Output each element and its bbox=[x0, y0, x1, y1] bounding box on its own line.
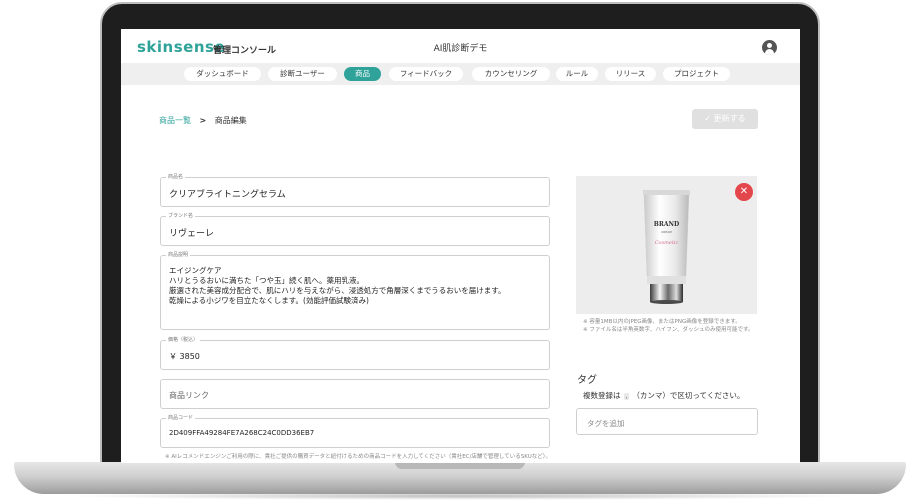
description-line: ハリとうるおいに満ちた「つや玉」続く肌へ。薬用乳液。 bbox=[169, 276, 364, 285]
nav-item-dashboard[interactable]: ダッシュボード bbox=[184, 67, 261, 81]
app-screen: skinsense 管理コンソール AI肌診断デモ ダッシュボード 診断ユーザー… bbox=[121, 29, 800, 463]
product-code-label: 商品コード bbox=[166, 414, 196, 422]
brand-name-field[interactable]: ブランド名 リヴェーレ bbox=[160, 212, 550, 246]
product-description-field[interactable]: 商品説明 エイジングケア ハリとうるおいに満ちた「つや玉」続く肌へ。薬用乳液。 … bbox=[160, 251, 550, 330]
brand-name-label: ブランド名 bbox=[166, 212, 196, 220]
close-icon: ✕ bbox=[739, 186, 749, 197]
laptop-notch bbox=[395, 462, 525, 469]
description-line: 厳選された美容成分配合で、肌にハリを与えながら、浸透処方で角層深くまでうるおいを… bbox=[169, 286, 506, 295]
product-link-field[interactable]: 商品リンク bbox=[160, 379, 550, 409]
remove-image-button[interactable]: ✕ bbox=[735, 183, 753, 201]
breadcrumb-current: 商品編集 bbox=[214, 116, 247, 125]
price-field[interactable]: 価格（税込） ￥ 3850 bbox=[160, 336, 550, 370]
tags-title: タグ bbox=[577, 375, 597, 386]
tags-help-before: 複数登録は bbox=[583, 391, 621, 400]
product-description-text: エイジングケア ハリとうるおいに満ちた「つや玉」続く肌へ。薬用乳液。 厳選された… bbox=[169, 266, 505, 306]
update-button-label: 更新する bbox=[713, 114, 746, 123]
price-label: 価格（税込） bbox=[166, 336, 201, 344]
image-note-line: ※ ファイル名は半角英数字、ハイフン、ダッシュのみ使用可能です。 bbox=[583, 327, 754, 333]
product-code-note: ※ AIレコメンドエンジンご利用の際に、貴社ご提供の購買データと紐付けるための商… bbox=[165, 454, 551, 460]
product-image: BRAND CREAM Cosmetic bbox=[643, 190, 690, 304]
breadcrumb-product-list-link[interactable]: 商品一覧 bbox=[159, 116, 191, 125]
price-value: ￥ 3850 bbox=[169, 352, 200, 361]
description-line: 乾燥による小ジワを目立たなくします。(効能評価試験済み) bbox=[169, 296, 369, 305]
nav-item-projects[interactable]: プロジェクト bbox=[663, 67, 730, 81]
tag-input[interactable]: タグを追加 bbox=[576, 408, 758, 435]
nav-item-feedback[interactable]: フィードバック bbox=[389, 67, 463, 81]
update-button[interactable]: ✓ 更新する bbox=[692, 109, 758, 129]
image-note-line: ※ 容量1MB以内のJPEG画像、またはPNG画像を登録できます。 bbox=[583, 319, 741, 325]
nav-item-releases[interactable]: リリース bbox=[605, 67, 656, 81]
description-line: エイジングケア bbox=[169, 266, 222, 275]
app-header: skinsense 管理コンソール AI肌診断デモ bbox=[121, 29, 800, 63]
user-account-icon[interactable] bbox=[762, 40, 777, 55]
product-link-placeholder: 商品リンク bbox=[169, 391, 209, 400]
product-image-panel[interactable]: BRAND CREAM Cosmetic bbox=[576, 176, 757, 314]
product-code-value: 2D409FFA49284FE7A268C24C0DD36EB7 bbox=[169, 429, 315, 437]
nav-item-products[interactable]: 商品 bbox=[344, 67, 381, 81]
brand-name-value: リヴェーレ bbox=[169, 229, 215, 239]
laptop-frame: skinsense 管理コンソール AI肌診断デモ ダッシュボード 診断ユーザー… bbox=[0, 0, 920, 504]
tag-input-placeholder: タグを追加 bbox=[587, 419, 625, 428]
tube-sub-text: CREAM bbox=[661, 230, 672, 234]
comma-badge: , bbox=[623, 393, 630, 400]
product-name-label: 商品名 bbox=[166, 173, 186, 181]
breadcrumb: 商品一覧 > 商品編集 bbox=[159, 115, 247, 126]
nav-item-counseling[interactable]: カウンセリング bbox=[472, 67, 550, 81]
main-content: 商品一覧 > 商品編集 ✓ 更新する 商品名 クリアブライトニングセラム ブラン… bbox=[121, 85, 800, 463]
product-name-value: クリアブライトニングセラム bbox=[169, 190, 286, 200]
check-icon: ✓ bbox=[704, 114, 712, 123]
product-code-field[interactable]: 商品コード 2D409FFA49284FE7A268C24C0DD36EB7 bbox=[160, 414, 550, 448]
app-title: AI肌診断デモ bbox=[433, 44, 488, 54]
tube-script-text: Cosmetic bbox=[655, 240, 679, 246]
tags-help-after: （カンマ）で区切ってください。 bbox=[632, 391, 745, 400]
tube-brand-text: BRAND bbox=[654, 221, 679, 228]
nav-item-rules[interactable]: ルール bbox=[556, 67, 598, 81]
image-upload-note: ※ 容量1MB以内のJPEG画像、またはPNG画像を登録できます。 ※ ファイル… bbox=[583, 318, 755, 334]
breadcrumb-separator: > bbox=[199, 116, 207, 125]
product-description-label: 商品説明 bbox=[166, 251, 191, 259]
nav-item-diagnosis-users[interactable]: 診断ユーザー bbox=[268, 67, 337, 81]
tags-help: 複数登録は, （カンマ）で区切ってください。 bbox=[583, 390, 744, 401]
product-name-field[interactable]: 商品名 クリアブライトニングセラム bbox=[160, 173, 550, 207]
main-nav: ダッシュボード 診断ユーザー 商品 フィードバック カウンセリング ルール リリ… bbox=[121, 63, 800, 85]
